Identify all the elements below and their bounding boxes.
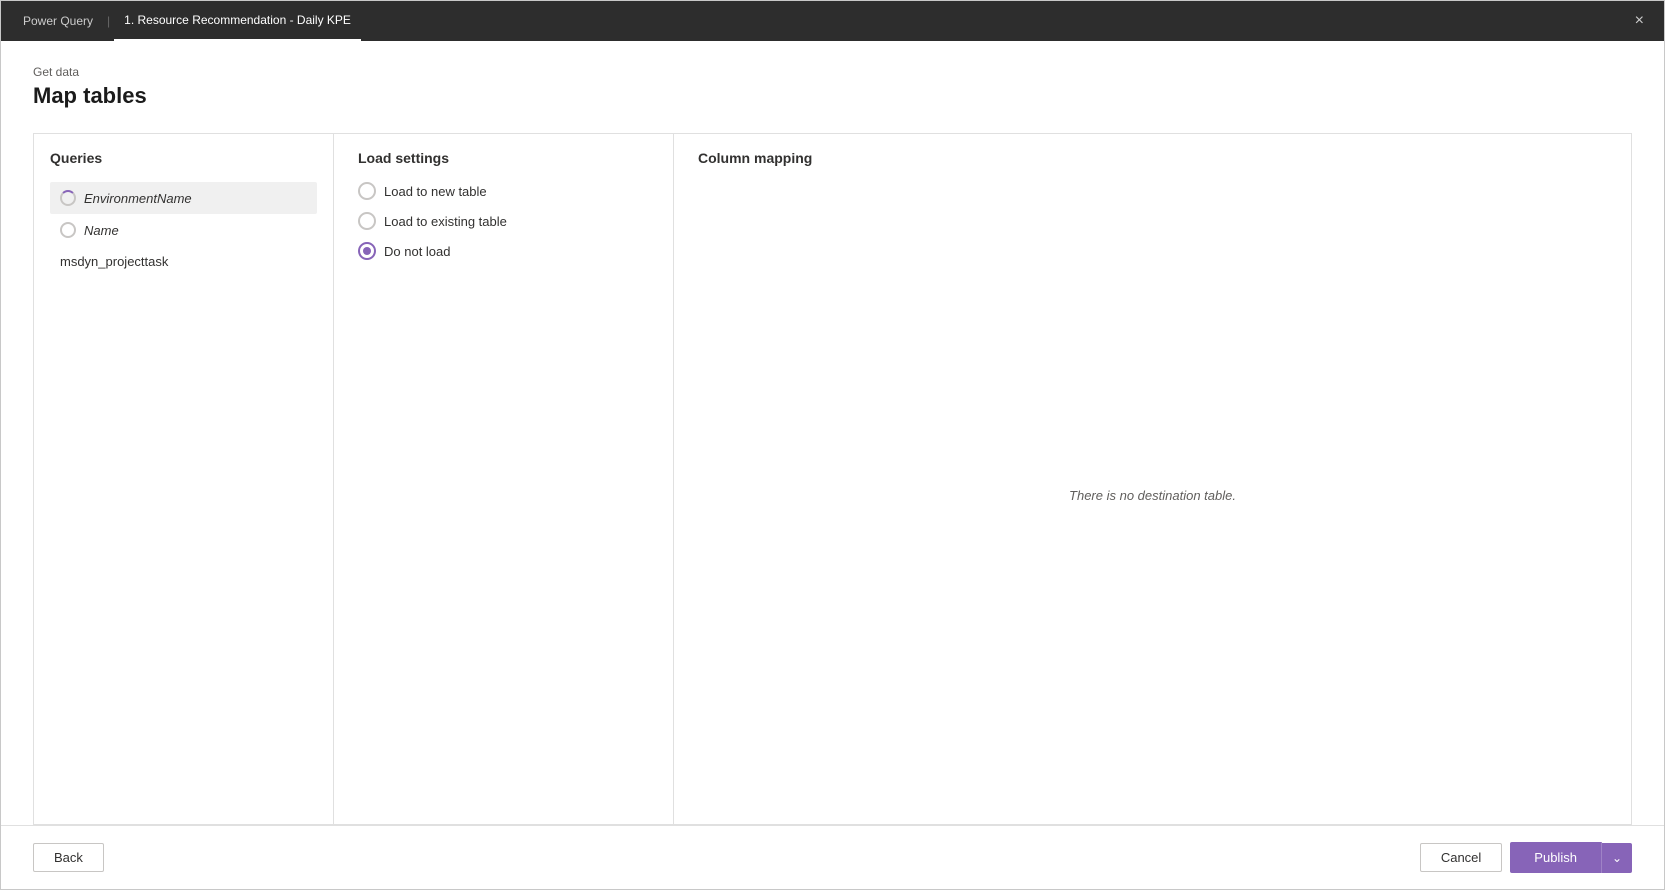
load-settings-panel: Load settings Load to new table Load to … [334,134,674,824]
back-button[interactable]: Back [33,843,104,872]
query-label-msdyn: msdyn_projecttask [60,254,168,269]
tab-power-query[interactable]: Power Query [13,1,103,41]
query-label-name: Name [84,223,119,238]
radio-load-new-table[interactable]: Load to new table [358,182,649,200]
footer-right: Cancel Publish ⌄ [1420,842,1632,873]
radio-label-existing: Load to existing table [384,214,507,229]
main-window: Power Query | 1. Resource Recommendation… [0,0,1665,890]
publish-dropdown-button[interactable]: ⌄ [1602,843,1632,873]
radio-label-new: Load to new table [384,184,487,199]
breadcrumb: Get data [33,65,1632,79]
column-mapping-panel: Column mapping There is no destination t… [674,134,1631,824]
radio-empty-icon [60,222,76,238]
no-destination-message: There is no destination table. [698,182,1607,808]
query-item-name[interactable]: Name [50,214,317,246]
radio-do-not-load[interactable]: Do not load [358,242,649,260]
queries-panel-title: Queries [50,150,317,166]
content-area: Get data Map tables Queries EnvironmentN… [1,41,1664,825]
cancel-button[interactable]: Cancel [1420,843,1502,872]
radio-load-existing-table[interactable]: Load to existing table [358,212,649,230]
radio-label-donotload: Do not load [384,244,451,259]
main-panel: Queries EnvironmentName Name msdyn_proje… [33,133,1632,825]
queries-panel: Queries EnvironmentName Name msdyn_proje… [34,134,334,824]
radio-circle-new [358,182,376,200]
query-item-msdyn[interactable]: msdyn_projecttask [50,246,317,277]
radio-circle-donotload [358,242,376,260]
publish-button[interactable]: Publish [1510,842,1602,873]
radio-circle-existing [358,212,376,230]
load-settings-options: Load to new table Load to existing table… [358,182,649,260]
publish-button-group: Publish ⌄ [1510,842,1632,873]
tab-resource-recommendation[interactable]: 1. Resource Recommendation - Daily KPE [114,1,361,41]
radio-inner-donotload [363,247,371,255]
spinner-icon [60,190,76,206]
query-item-environmentname[interactable]: EnvironmentName [50,182,317,214]
footer: Back Cancel Publish ⌄ [1,825,1664,889]
load-settings-title: Load settings [358,150,649,166]
title-bar: Power Query | 1. Resource Recommendation… [1,1,1664,41]
page-title: Map tables [33,83,1632,109]
query-label-environmentname: EnvironmentName [84,191,192,206]
column-mapping-title: Column mapping [698,150,1607,166]
close-icon[interactable]: × [1627,12,1652,30]
